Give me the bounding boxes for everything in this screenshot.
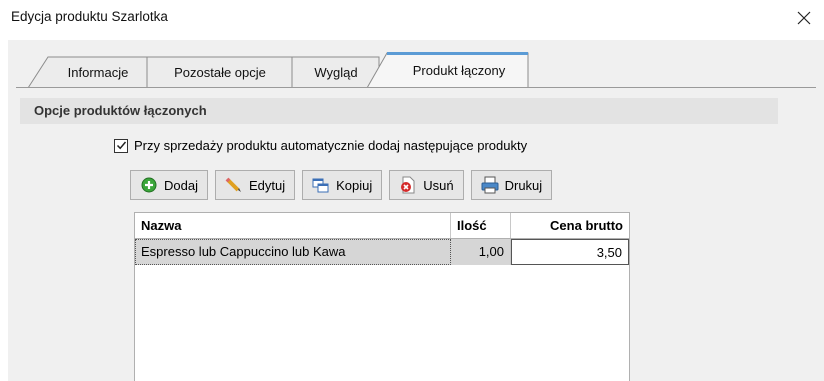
add-icon [140,176,158,194]
column-header-name[interactable]: Nazwa [135,213,451,238]
column-header-qty[interactable]: Ilość [451,213,511,238]
check-icon [116,141,126,150]
print-label: Drukuj [504,177,543,193]
tab-panel: Opcje produktów łączonych Przy sprzedaży… [20,88,800,381]
tab-label: Pozostałe opcje [174,64,266,80]
window-title: Edycja produktu Szarlotka [11,9,168,24]
tab-label: Produkt łączony [412,62,506,78]
edit-label: Edytuj [248,177,286,193]
table-header: Nazwa Ilość Cena brutto [135,213,629,239]
delete-button[interactable]: Usuń [389,170,464,200]
cell-name[interactable]: Espresso lub Cappuccino lub Kawa [135,239,451,265]
printer-icon [481,176,499,194]
table-row[interactable]: Espresso lub Cappuccino lub Kawa 1,00 3,… [135,239,629,265]
dialog-client-area: Informacje Pozostałe opcje Wygląd Produk… [8,40,824,381]
close-icon [797,11,811,25]
cell-price[interactable]: 3,50 [511,239,629,265]
tab-label: Wygląd [314,64,358,80]
column-header-price[interactable]: Cena brutto [511,213,629,238]
tab-strip: Informacje Pozostałe opcje Wygląd Produk… [8,40,824,89]
checkbox-label: Przy sprzedaży produktu automatycznie do… [134,138,528,153]
tab-informacje[interactable]: Informacje [27,56,154,89]
close-button[interactable] [784,0,824,36]
delete-label: Usuń [423,177,454,193]
title-bar: Edycja produktu Szarlotka [0,0,824,36]
cell-qty[interactable]: 1,00 [451,239,511,265]
delete-icon [399,176,417,194]
copy-button[interactable]: Kopiuj [302,170,383,200]
section-header: Opcje produktów łączonych [20,98,778,124]
edit-button[interactable]: Edytuj [214,170,296,200]
checkbox-box[interactable] [114,138,128,153]
section-title: Opcje produktów łączonych [34,103,207,118]
add-button[interactable]: Dodaj [130,170,208,200]
auto-add-checkbox[interactable]: Przy sprzedaży produktu automatycznie do… [114,138,527,153]
add-label: Dodaj [164,177,198,193]
tab-produkt-laczony[interactable]: Produkt łączony [366,52,529,89]
pencil-icon [225,176,243,194]
print-button[interactable]: Drukuj [470,170,553,200]
tab-label: Informacje [67,64,129,80]
copy-icon [312,176,330,194]
tab-pozostale-opcje[interactable]: Pozostałe opcje [146,56,293,88]
toolbar: Dodaj Edytuj Kopiuj Usuń Drukuj [130,170,553,200]
linked-products-table[interactable]: Nazwa Ilość Cena brutto Espresso lub Cap… [134,212,630,381]
copy-label: Kopiuj [336,177,373,193]
